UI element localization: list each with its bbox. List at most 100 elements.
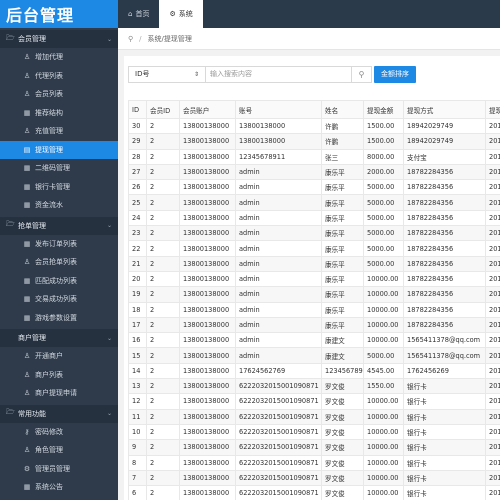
sidebar-item[interactable]: ▦ 银行卡管理 (0, 178, 118, 197)
grid-icon: ▦ (23, 182, 31, 191)
table-cell: 1500.00 (363, 133, 404, 150)
table-row[interactable]: 26 2 13800138000 admin 康乐平 5000.00 18782284356… (128, 179, 500, 196)
table-cell: 2 (146, 393, 180, 410)
table-row[interactable]: 6 2 13800138000 6222032015001090871 罗文俊 10000… (128, 485, 500, 500)
sidebar-item[interactable]: ▦ 游戏参数设置 (0, 309, 118, 328)
search-button[interactable]: ⚲ (352, 65, 372, 83)
top-tab[interactable]: ⌂ 首页 (118, 0, 159, 28)
table-cell: 10 (128, 423, 147, 441)
table-cell: 13800138000 (179, 301, 236, 318)
table-row[interactable]: 12 2 13800138000 6222032015001090871 罗文俊 1000… (128, 393, 500, 410)
table-row[interactable]: 25 2 13800138000 admin 康乐平 5000.00 18782284356… (128, 194, 500, 211)
top-tab-label: 首页 (135, 10, 150, 18)
table-cell: 21 (128, 255, 147, 272)
table-cell: 123456789 (321, 362, 364, 380)
table-row[interactable]: 20 2 13800138000 admin 康乐平 10000.00 1878228435… (128, 270, 500, 288)
withdrawal-table: ID会员ID会员账户账号姓名提现金额提现方式提现时间 3021380013800… (128, 100, 500, 500)
sidebar-item[interactable]: ▦ 二维码管理 (0, 159, 118, 178)
table-cell: 2 (146, 255, 180, 272)
sidebar-item[interactable]: ▦ 系统公告 (0, 478, 118, 497)
sidebar-item[interactable]: ♙ 角色管理 (0, 441, 118, 460)
sidebar-group-label: 商户管理 (18, 334, 46, 342)
sidebar-item[interactable]: ▦ 匹配成功列表 (0, 272, 118, 291)
sidebar-item[interactable]: ▦ 资金流水 (0, 196, 118, 215)
table-cell: 2 (146, 362, 180, 380)
table-cell: 10000.00 (363, 469, 404, 487)
table-cell: 13800138000 (179, 286, 236, 303)
table-row[interactable]: 11 2 13800138000 6222032015001090871 罗文俊 1000… (128, 408, 500, 425)
user-icon: ♙ (23, 258, 31, 267)
table-cell: admin (235, 240, 322, 257)
sidebar-group-header[interactable]: 🗁 常用功能 ⌄ (0, 404, 118, 423)
sidebar-item[interactable]: ▦ 推荐结构 (0, 104, 118, 123)
chevron-down-icon: ⌄ (106, 35, 112, 43)
table-cell: 2 (146, 439, 180, 456)
table-row[interactable]: 18 2 13800138000 admin 康乐平 10000.00 1878228435… (128, 301, 500, 318)
table-row[interactable]: 7 2 13800138000 6222032015001090871 罗文俊 10000… (128, 469, 500, 487)
table-cell: 6222032015001090871 (235, 485, 322, 500)
table-row[interactable]: 9 2 13800138000 6222032015001090871 罗文俊 10000… (128, 439, 500, 456)
table-cell: 康乐平 (321, 194, 364, 211)
sidebar-item[interactable]: ▤ 提现管理 (0, 140, 118, 159)
table-row[interactable]: 16 2 13800138000 admin 康建文 10000.00 1565411378… (128, 332, 500, 349)
gear-icon: ⚙ (23, 464, 31, 473)
table-row[interactable]: 23 2 13800138000 admin 康乐平 5000.00 18782284356… (128, 225, 500, 242)
table-cell: 13800138000 (179, 133, 236, 150)
sidebar-item[interactable]: ♙ 增加代理 (0, 48, 118, 67)
sidebar-item[interactable]: ▦ 交易成功列表 (0, 290, 118, 309)
table-row[interactable]: 21 2 13800138000 admin 康乐平 5000.00 18782284356… (128, 255, 500, 272)
table-header-cell: ID (128, 100, 147, 119)
table-cell: 2019- (485, 209, 500, 227)
table-cell: 2019- (485, 255, 500, 272)
search-input[interactable]: 输入搜索内容 (206, 65, 352, 83)
table-row[interactable]: 13 2 13800138000 6222032015001090871 罗文俊 1550… (128, 378, 500, 395)
sidebar-item[interactable]: ♙ 商户列表 (0, 366, 118, 385)
sidebar-group-header[interactable]: 商户管理 ⌄ (0, 329, 118, 347)
table-cell: 银行卡 (403, 454, 486, 471)
search-bar: ID号 ⇕ 输入搜索内容 ⚲ 金额排序 (128, 64, 416, 84)
table-cell: 5000.00 (363, 255, 404, 272)
table-row[interactable]: 8 2 13800138000 6222032015001090871 罗文俊 10000… (128, 454, 500, 471)
table-row[interactable]: 14 2 13800138000 17624562769 123456789 4545.0… (128, 362, 500, 380)
table-cell: 2 (146, 179, 180, 196)
table-cell: 18782284356 (403, 255, 486, 272)
sidebar-item[interactable]: ♙ 代理列表 (0, 67, 118, 86)
search-field-select[interactable]: ID号 ⇕ (128, 65, 206, 83)
sidebar-group-header[interactable]: 🗁 抢单管理 ⌄ (0, 216, 118, 235)
top-tab[interactable]: ⚙ 系统 (159, 0, 203, 28)
table-cell: 6222032015001090871 (235, 393, 322, 410)
sidebar-item[interactable]: ⚷ 密码修改 (0, 423, 118, 442)
table-row[interactable]: 27 2 13800138000 admin 康乐平 2000.00 18782284356… (128, 163, 500, 181)
table-cell: 13800138000 (179, 148, 236, 165)
sidebar-item[interactable]: ♙ 会员抢单列表 (0, 253, 118, 272)
sidebar-group-header[interactable]: 🗁 会员管理 ⌄ (0, 30, 118, 48)
table-row[interactable]: 17 2 13800138000 admin 康乐平 10000.00 1878228435… (128, 316, 500, 334)
table-cell: 23 (128, 225, 147, 242)
user-icon: ♙ (23, 389, 31, 398)
sidebar-item[interactable]: ♙ 会员列表 (0, 85, 118, 104)
table-cell: 15 (128, 347, 147, 364)
table-row[interactable]: 19 2 13800138000 admin 康乐平 10000.00 1878228435… (128, 286, 500, 303)
table-cell: 18782284356 (403, 270, 486, 288)
amount-sort-button[interactable]: 金额排序 (374, 65, 416, 83)
table-row[interactable]: 29 2 13800138000 13800138000 许鹏 1500.00 189420… (128, 133, 500, 150)
table-cell: 18782284356 (403, 194, 486, 211)
grid-icon: ▦ (23, 295, 31, 304)
table-cell: 康建文 (321, 347, 364, 364)
table-row[interactable]: 15 2 13800138000 admin 康建文 5000.00 1565411378@… (128, 347, 500, 364)
table-row[interactable]: 2821380013800012345678911张三8000.00支付宝201… (128, 148, 500, 165)
table-cell: 2 (146, 148, 180, 165)
sidebar-item[interactable]: ⚙ 管理员管理 (0, 460, 118, 479)
sidebar-item[interactable]: ♙ 开通商户 (0, 347, 118, 366)
table-row[interactable]: 24 2 13800138000 admin 康乐平 5000.00 18782284356… (128, 209, 500, 227)
grid-icon: ▦ (23, 108, 31, 117)
sidebar-item[interactable]: ▦ 发布订单列表 (0, 235, 118, 254)
search-field-value: ID号 (135, 70, 150, 78)
table-row[interactable]: 30 2 13800138000 13800138000 许鹏 1500.00 189420… (128, 117, 500, 135)
table-row[interactable]: 22 2 13800138000 admin 康乐平 5000.00 18782284356… (128, 240, 500, 257)
sidebar-item[interactable]: ♙ 商户提现申请 (0, 384, 118, 403)
sidebar-item[interactable]: ♙ 充值管理 (0, 122, 118, 141)
table-cell: 2019- (485, 362, 500, 380)
table-row[interactable]: 10 2 13800138000 6222032015001090871 罗文俊 1000… (128, 423, 500, 441)
table-cell: 2 (146, 163, 180, 181)
